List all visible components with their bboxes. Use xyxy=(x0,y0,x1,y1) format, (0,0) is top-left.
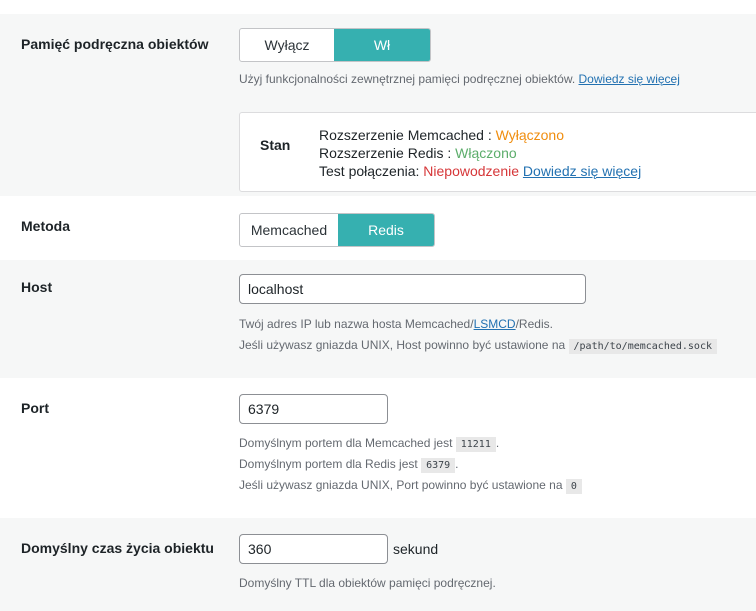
host-desc-text-a: Twój adres IP lub nazwa hosta Memcached/ xyxy=(239,317,474,331)
object-cache-row: Pamięć podręczna obiektów Wyłącz Wł Użyj… xyxy=(0,14,756,196)
unix-port-code: 0 xyxy=(565,479,582,494)
object-cache-description-text: Użyj funkcjonalności zewnętrznej pamięci… xyxy=(239,72,576,86)
ttl-row: Domyślny czas życia obiektu 360 sekund D… xyxy=(0,518,756,611)
host-input[interactable]: localhost xyxy=(239,274,586,304)
ttl-description: Domyślny TTL dla obiektów pamięci podręc… xyxy=(239,576,496,590)
object-cache-description: Użyj funkcjonalności zewnętrznej pamięci… xyxy=(239,72,680,86)
method-row: Metoda Memcached Redis xyxy=(0,196,756,260)
port-description-redis: Domyślnym portem dla Redis jest 6379. xyxy=(239,457,459,473)
port-description-memcached: Domyślnym portem dla Memcached jest 1121… xyxy=(239,436,500,452)
redis-port-code: 6379 xyxy=(421,458,456,473)
port-description-unix: Jeśli używasz gniazda UNIX, Port powinno… xyxy=(239,478,582,494)
status-memcached-value: Wyłączono xyxy=(495,127,564,143)
status-redis: Rozszerzenie Redis : Włączono xyxy=(319,145,517,161)
object-cache-label: Pamięć podręczna obiektów xyxy=(21,36,209,52)
memcached-port-code: 11211 xyxy=(455,437,496,452)
object-cache-toggle: Wyłącz Wł xyxy=(239,28,431,62)
object-cache-learn-more-link[interactable]: Dowiedz się więcej xyxy=(579,72,680,86)
host-desc-unix: Jeśli używasz gniazda UNIX, Host powinno… xyxy=(239,338,566,352)
method-redis-button[interactable]: Redis xyxy=(337,214,434,246)
status-redis-label: Rozszerzenie Redis : xyxy=(319,145,456,161)
method-label: Metoda xyxy=(21,218,70,234)
host-row: Host localhost Twój adres IP lub nazwa h… xyxy=(0,260,756,378)
status-connection-label: Test połączenia: xyxy=(319,163,424,179)
status-memcached: Rozszerzenie Memcached : Wyłączono xyxy=(319,127,564,143)
port-desc-memcached-text: Domyślnym portem dla Memcached jest xyxy=(239,436,453,450)
host-description-line2: Jeśli używasz gniazda UNIX, Host powinno… xyxy=(239,338,717,354)
port-desc-redis-text: Domyślnym portem dla Redis jest xyxy=(239,457,418,471)
object-cache-off-button[interactable]: Wyłącz xyxy=(240,29,334,61)
ttl-label: Domyślny czas życia obiektu xyxy=(21,540,214,556)
host-desc-text-b: /Redis. xyxy=(515,317,553,331)
status-connection: Test połączenia: Niepowodzenie Dowiedz s… xyxy=(319,163,641,179)
method-toggle: Memcached Redis xyxy=(239,213,435,247)
status-learn-more-link[interactable]: Dowiedz się więcej xyxy=(523,163,641,179)
port-row: Port 6379 Domyślnym portem dla Memcached… xyxy=(0,378,756,518)
port-label: Port xyxy=(21,400,49,416)
status-connection-value: Niepowodzenie xyxy=(423,163,520,179)
port-input[interactable]: 6379 xyxy=(239,394,388,424)
host-label: Host xyxy=(21,279,53,295)
status-panel: Stan Rozszerzenie Memcached : Wyłączono … xyxy=(239,112,756,192)
ttl-unit: sekund xyxy=(393,541,439,557)
host-description-line1: Twój adres IP lub nazwa hosta Memcached/… xyxy=(239,317,553,331)
status-title: Stan xyxy=(260,137,291,153)
method-memcached-button[interactable]: Memcached xyxy=(240,214,338,246)
port-desc-unix-text: Jeśli używasz gniazda UNIX, Port powinno… xyxy=(239,478,563,492)
socket-path-code: /path/to/memcached.sock xyxy=(568,339,717,354)
status-redis-value: Włączono xyxy=(455,145,517,161)
object-cache-on-button[interactable]: Wł xyxy=(334,29,430,61)
lsmcd-link[interactable]: LSMCD xyxy=(474,317,516,331)
ttl-input[interactable]: 360 xyxy=(239,534,388,564)
status-memcached-label: Rozszerzenie Memcached : xyxy=(319,127,496,143)
